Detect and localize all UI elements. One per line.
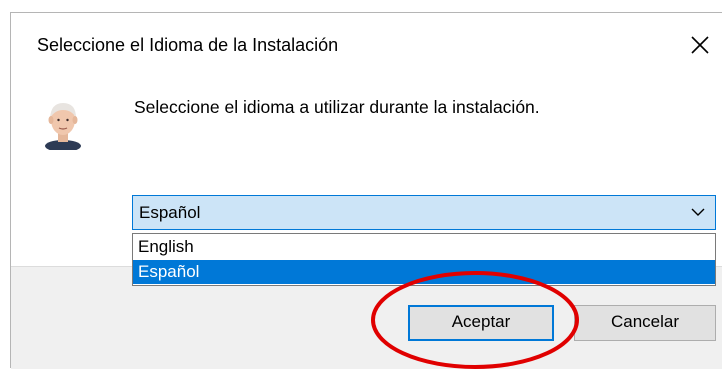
language-dialog: Seleccione el Idioma de la Instalación S… <box>10 12 722 369</box>
close-icon <box>691 36 709 54</box>
chevron-down-icon <box>691 208 705 216</box>
combobox-value: Español <box>139 203 201 222</box>
accept-button[interactable]: Aceptar <box>408 305 554 341</box>
cancel-button[interactable]: Cancelar <box>574 305 716 341</box>
screenshot-stage: Seleccione el Idioma de la Instalación S… <box>0 0 722 369</box>
option-english[interactable]: English <box>133 235 715 259</box>
setup-avatar-icon <box>45 103 81 150</box>
language-dropdown-list: English Español <box>132 233 716 286</box>
background-strip <box>0 0 722 12</box>
option-espanol[interactable]: Español <box>133 260 715 284</box>
instruction-text: Seleccione el idioma a utilizar durante … <box>134 97 540 117</box>
language-combobox[interactable]: Español <box>132 195 716 230</box>
dialog-title: Seleccione el Idioma de la Instalación <box>37 35 339 55</box>
close-button[interactable] <box>682 27 718 63</box>
